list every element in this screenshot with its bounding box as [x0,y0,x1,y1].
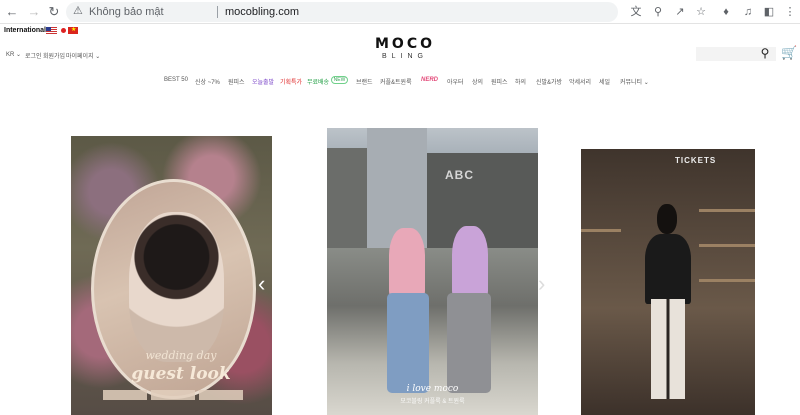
search-icon[interactable]: ⚲ [758,46,772,60]
person-figure [389,228,425,298]
storefront-sign: ABC [445,168,474,182]
international-link[interactable]: International [4,27,46,34]
shelf-shape [699,244,755,247]
signup-link[interactable]: 회원가입 [43,51,65,60]
menu-today-ship[interactable]: 오늘출발 [252,77,274,86]
browser-toolbar: ← → ↻ ⚠ Không bảo mật mocobling.com 文 ⚲ … [0,0,800,24]
banner-slide-couple[interactable]: ABC i love moco 모코블링 커플룩 & 트윈룩 [327,128,538,415]
site-logo[interactable]: MOCO BLING [360,37,450,61]
japan-flag-icon[interactable] [61,28,66,33]
reload-icon[interactable]: ↻ [46,4,62,20]
menu-outer[interactable]: 아우터 [447,77,464,86]
mypage-link[interactable]: 마이페이지 ⌄ [66,51,100,60]
address-bar[interactable]: ⚠ Không bảo mật mocobling.com [66,2,618,22]
login-link[interactable]: 로그인 [25,51,42,60]
security-label[interactable]: Không bảo mật [89,6,164,18]
media-icon[interactable]: ♫ [740,4,756,20]
shelf-shape [699,209,755,212]
bookmark-star-icon[interactable]: ☆ [693,4,709,20]
menu-special-price[interactable]: 기획특가 [280,77,302,86]
menu-shoes-bags[interactable]: 신발&가방 [536,77,562,86]
menu-nerd[interactable]: NERD [421,77,438,83]
extensions-icon[interactable]: ♦ [718,4,734,20]
url-text[interactable]: mocobling.com [225,6,299,18]
menu-bottom[interactable]: 하의 [515,77,526,86]
model-figure [129,212,224,362]
cafe-sign: TICKETS [675,156,717,165]
shelf-shape [699,279,755,282]
new-badge: NEW [331,76,348,84]
menu-top[interactable]: 상의 [472,77,483,86]
menu-new[interactable]: 신상 ~7% [195,77,220,86]
menu-dots-icon[interactable]: ⋮ [782,4,798,20]
model-figure [651,299,685,399]
cart-icon[interactable]: 🛒 [781,44,797,62]
warning-icon[interactable]: ⚠ [73,4,83,17]
slide-tag[interactable] [103,390,147,400]
logo-sub-text: BLING [381,53,428,60]
shelf-shape [581,229,621,232]
slide-tag-row [103,390,243,400]
banner-slide-cafe[interactable]: TICKETS [581,149,755,415]
menu-brand[interactable]: 브랜드 [356,77,373,86]
person-figure [387,293,429,393]
address-separator [217,6,218,18]
menu-onepiece-top[interactable]: 원피스 [228,77,245,86]
slide-caption-line2: guest look [131,364,231,384]
menu-onepiece[interactable]: 원피스 [491,77,508,86]
slide-caption-line2: 모코블링 커플룩 & 트윈룩 [400,399,465,405]
side-panel-icon[interactable]: ◧ [761,4,777,20]
forward-icon[interactable]: → [26,4,42,20]
menu-community[interactable]: 커뮤니티 ⌄ [620,77,649,86]
carousel-next-arrow-icon[interactable]: › [538,273,545,295]
slide-caption-line1: wedding day [145,349,217,362]
model-figure [657,204,677,234]
us-flag-icon[interactable] [46,27,57,34]
language-select[interactable]: KR ⌄ [6,51,21,58]
back-icon[interactable]: ← [4,4,20,20]
person-figure [452,226,488,298]
translate-icon[interactable]: 文 [628,4,644,20]
model-figure [645,234,691,304]
share-icon[interactable]: ↗ [672,4,688,20]
menu-accessories[interactable]: 악세서리 [569,77,591,86]
menu-best50[interactable]: BEST 50 [164,77,188,83]
menu-sale[interactable]: 세일 [599,77,610,86]
menu-free-shipping[interactable]: 무료배송 [307,77,329,86]
carousel-prev-arrow-icon[interactable]: ‹ [258,273,265,295]
zoom-icon[interactable]: ⚲ [650,4,666,20]
slide-tag[interactable] [199,390,243,400]
logo-main-text: MOCO [374,36,435,52]
person-figure [447,293,491,393]
slide-caption: wedding day guest look [121,349,241,384]
banner-slide-wedding[interactable]: wedding day guest look [71,136,272,415]
slide-caption-line1: i love moco [406,384,459,394]
building-shape [327,148,367,248]
slide-tag[interactable] [151,390,195,400]
menu-couple-twin[interactable]: 커플&트윈룩 [380,77,412,86]
vietnam-flag-icon[interactable] [68,26,78,34]
